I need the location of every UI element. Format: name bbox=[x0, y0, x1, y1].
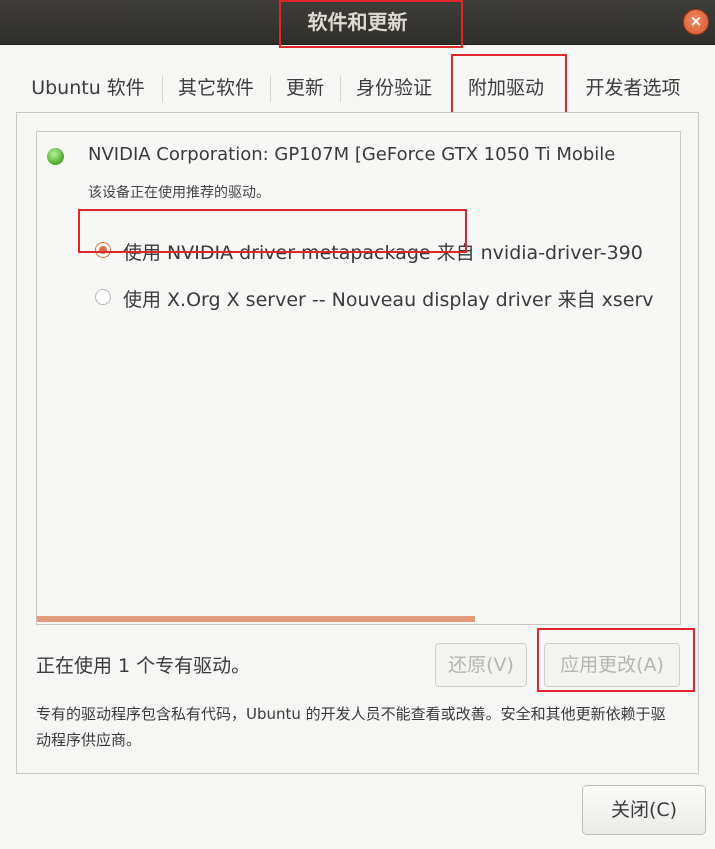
tab-divider bbox=[340, 76, 341, 102]
radio-button[interactable] bbox=[95, 289, 111, 305]
tab-additional-drivers[interactable]: 附加驱动 bbox=[458, 64, 554, 112]
device-status: 该设备正在使用推荐的驱动。 bbox=[88, 185, 270, 201]
tab-authentication[interactable]: 身份验证 bbox=[346, 64, 442, 112]
tab-divider bbox=[270, 76, 271, 102]
window-title: 软件和更新 bbox=[307, 10, 408, 34]
progress-bar bbox=[37, 616, 475, 622]
title-bar: 软件和更新 × bbox=[0, 0, 715, 45]
driver-usage-status: 正在使用 1 个专有驱动。 bbox=[36, 655, 251, 677]
tab-divider bbox=[162, 76, 163, 102]
tab-other-software[interactable]: 其它软件 bbox=[168, 64, 264, 112]
green-led-icon bbox=[47, 148, 64, 165]
window-close-icon[interactable]: × bbox=[683, 9, 709, 35]
radio-button-selected[interactable] bbox=[95, 242, 111, 258]
driver-list[interactable]: NVIDIA Corporation: GP107M [GeForce GTX … bbox=[36, 131, 681, 625]
revert-button[interactable]: 还原(V) bbox=[435, 643, 527, 687]
close-button[interactable]: 关闭(C) bbox=[582, 785, 706, 835]
tab-ubuntu-software[interactable]: Ubuntu 软件 bbox=[18, 64, 158, 112]
tab-updates[interactable]: 更新 bbox=[276, 64, 334, 112]
driver-option-label: 使用 X.Org X server -- Nouveau display dri… bbox=[123, 289, 654, 311]
device-name: NVIDIA Corporation: GP107M [GeForce GTX … bbox=[88, 144, 616, 165]
apply-changes-button[interactable]: 应用更改(A) bbox=[544, 643, 680, 687]
proprietary-driver-note: 专有的驱动程序包含私有代码，Ubuntu 的开发人员不能查看或改善。安全和其他更… bbox=[36, 705, 666, 749]
drivers-panel: NVIDIA Corporation: GP107M [GeForce GTX … bbox=[16, 112, 699, 774]
tab-developer-options[interactable]: 开发者选项 bbox=[574, 64, 692, 112]
driver-option-label: 使用 NVIDIA driver metapackage 来自 nvidia-d… bbox=[123, 242, 643, 264]
